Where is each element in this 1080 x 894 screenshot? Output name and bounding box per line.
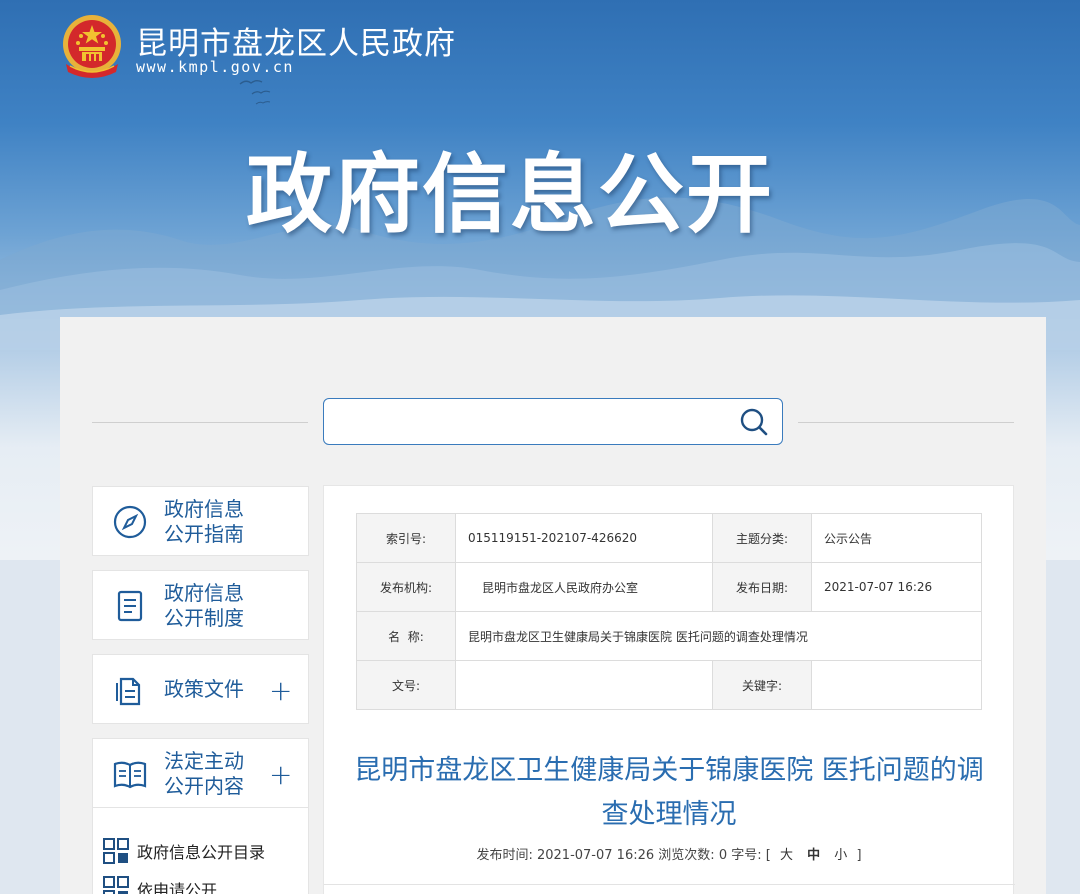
table-row: 索引号: 015119151-202107-426620 主题分类: 公示公告	[356, 513, 982, 563]
meta-key: 发布机构:	[356, 562, 456, 612]
meta-key: 名 称:	[356, 611, 456, 661]
birds-decoration	[239, 80, 271, 105]
bracket-open: [	[765, 848, 771, 863]
grid-icon	[103, 838, 129, 864]
sidebar-item-system[interactable]: 政府信息 公开制度	[92, 570, 309, 640]
article-panel: 索引号: 015119151-202107-426620 主题分类: 公示公告 …	[323, 485, 1015, 894]
divider	[324, 884, 1015, 885]
meta-key: 关键字:	[712, 660, 812, 710]
divider	[798, 422, 1014, 423]
sidebar-subitem-catalog[interactable]: 政府信息公开目录	[103, 838, 265, 864]
meta-value	[455, 660, 713, 710]
sidebar-item-label: 政策文件	[164, 677, 244, 701]
banner-title: 政府信息公开	[246, 145, 774, 245]
font-size-medium-button[interactable]: 中	[807, 848, 820, 863]
meta-key: 文号:	[356, 660, 456, 710]
search-input[interactable]	[334, 407, 724, 437]
open-book-icon	[113, 761, 147, 789]
files-icon	[116, 677, 141, 706]
meta-value: 015119151-202107-426620	[455, 513, 713, 563]
publish-label: 发布时间:	[476, 848, 533, 863]
expand-plus-icon[interactable]: +	[269, 761, 292, 789]
bracket-close: ]	[856, 848, 862, 863]
meta-value: 公示公告	[811, 513, 982, 563]
views-label: 浏览次数:	[658, 848, 715, 863]
sidebar-item-guide[interactable]: 政府信息 公开指南	[92, 486, 309, 556]
meta-value: 昆明市盘龙区人民政府办公室	[455, 562, 713, 612]
sidebar-item-label: 政府信息 公开指南	[164, 497, 244, 546]
sidebar-subitem-label: 依申请公开	[137, 881, 218, 894]
font-size-large-button[interactable]: 大	[780, 848, 793, 863]
meta-key: 主题分类:	[712, 513, 812, 563]
sidebar-item-statutory[interactable]: 法定主动 公开内容 +	[92, 738, 309, 808]
table-row: 名 称: 昆明市盘龙区卫生健康局关于锦康医院 医托问题的调查处理情况	[356, 611, 982, 661]
grid-icon	[103, 876, 129, 894]
article-meta: 发布时间: 2021-07-07 16:26 浏览次数: 0 字号: [ 大 中…	[344, 844, 994, 863]
sidebar-subitem-application[interactable]: 依申请公开	[103, 876, 217, 894]
meta-key: 发布日期:	[712, 562, 812, 612]
table-row: 文号: 关键字:	[356, 660, 982, 710]
sidebar-subitem-label: 政府信息公开目录	[137, 843, 266, 862]
views-count: 0	[718, 848, 728, 863]
divider	[92, 422, 308, 423]
compass-icon	[113, 505, 147, 539]
main-card: 政府信息 公开指南 政府信息 公开制度 政策文件 + 法定主动 公开内容 + 政…	[60, 317, 1046, 894]
table-row: 发布机构: 昆明市盘龙区人民政府办公室 发布日期: 2021-07-07 16:…	[356, 562, 982, 612]
search-icon[interactable]	[738, 406, 770, 438]
meta-value	[811, 660, 982, 710]
meta-value: 昆明市盘龙区卫生健康局关于锦康医院 医托问题的调查处理情况	[455, 611, 982, 661]
search-bar	[323, 398, 783, 445]
expand-plus-icon[interactable]: +	[269, 677, 292, 705]
fontsize-label: 字号:	[731, 848, 762, 863]
article-title: 昆明市盘龙区卫生健康局关于锦康医院 医托问题的调查处理情况	[354, 755, 984, 830]
national-emblem-icon	[63, 15, 121, 78]
sidebar-item-label: 法定主动 公开内容	[164, 749, 244, 798]
metadata-table: 索引号: 015119151-202107-426620 主题分类: 公示公告 …	[356, 513, 982, 710]
font-size-small-button[interactable]: 小	[834, 848, 847, 863]
meta-value: 2021-07-07 16:26	[811, 562, 982, 612]
sidebar-item-label: 政府信息 公开制度	[164, 581, 244, 630]
sidebar-subpanel: 政府信息公开目录 依申请公开	[92, 808, 309, 894]
sidebar-item-policy[interactable]: 政策文件 +	[92, 654, 309, 724]
site-name[interactable]: 昆明市盘龙区人民政府	[136, 18, 456, 63]
meta-key: 索引号:	[356, 513, 456, 563]
publish-time: 2021-07-07 16:26	[536, 848, 655, 863]
document-list-icon	[117, 590, 143, 622]
